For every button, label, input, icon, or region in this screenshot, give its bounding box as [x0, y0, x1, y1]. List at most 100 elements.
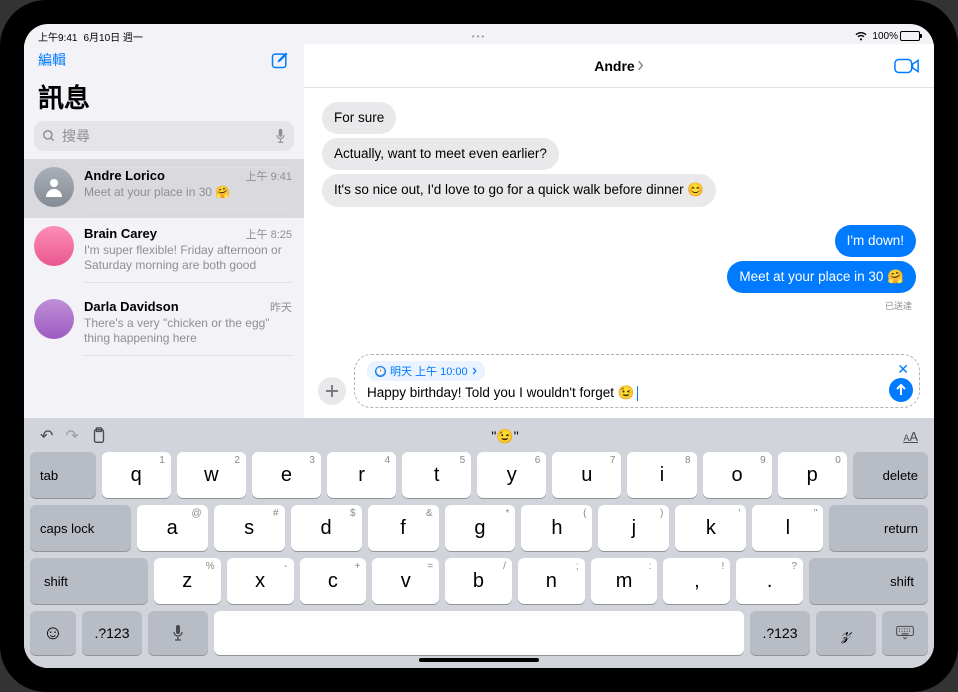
delivered-status: 已送達: [885, 299, 912, 312]
conversation-time: 昨天: [270, 299, 292, 315]
key-tab[interactable]: tab: [30, 452, 96, 498]
message-bubble-received[interactable]: Actually, want to meet even earlier?: [322, 138, 559, 170]
key-r[interactable]: r4: [327, 452, 396, 498]
battery-percent: 100%: [872, 31, 898, 42]
avatar: [34, 167, 74, 207]
attach-button[interactable]: [318, 377, 346, 405]
home-indicator[interactable]: [419, 658, 539, 662]
key-d[interactable]: d$: [291, 505, 362, 551]
key-y[interactable]: y6: [477, 452, 546, 498]
key-s[interactable]: s#: [214, 505, 285, 551]
chat-area: Andre For sure Actually, want to meet ev…: [304, 44, 934, 418]
cancel-schedule-button[interactable]: ✕: [897, 361, 909, 378]
undo-button[interactable]: ↶: [40, 426, 53, 446]
text-format-button[interactable]: AA: [903, 429, 918, 444]
compose-area: 🕐 明天 上午 10:00 ✕ Happy birthday! Told you…: [304, 348, 934, 419]
key-n[interactable]: n;: [518, 558, 585, 604]
wifi-icon: [854, 31, 868, 41]
search-input[interactable]: 搜尋: [34, 121, 294, 151]
key-numbers[interactable]: .?123: [82, 611, 142, 655]
key-space[interactable]: [214, 611, 744, 655]
edit-button[interactable]: 編輯: [38, 50, 66, 70]
key-a[interactable]: a@: [137, 505, 208, 551]
key-numbers[interactable]: .?123: [750, 611, 810, 655]
key-k[interactable]: k': [675, 505, 746, 551]
message-bubble-received[interactable]: It's so nice out, I'd love to go for a q…: [322, 174, 716, 206]
key-u[interactable]: u7: [552, 452, 621, 498]
clipboard-button[interactable]: [91, 427, 107, 445]
keyboard-prediction[interactable]: "😉": [119, 428, 892, 445]
conversation-name: Darla Davidson: [84, 299, 179, 314]
key-dismiss-keyboard[interactable]: [882, 611, 928, 655]
key-emoji[interactable]: ☺: [30, 611, 76, 655]
avatar: [34, 299, 74, 339]
key-return[interactable]: return: [829, 505, 928, 551]
message-list[interactable]: For sure Actually, want to meet even ear…: [304, 88, 934, 348]
chat-header: Andre: [304, 44, 934, 88]
key-t[interactable]: t5: [402, 452, 471, 498]
redo-button[interactable]: ↷: [65, 426, 78, 446]
key-q[interactable]: q1: [102, 452, 171, 498]
key-shift[interactable]: shift: [809, 558, 928, 604]
sidebar: 編輯 訊息 搜尋: [24, 44, 304, 418]
message-bubble-sent[interactable]: I'm down!: [835, 225, 916, 257]
compose-text-value: Happy birthday! Told you I wouldn't forg…: [367, 385, 635, 401]
avatar: [34, 226, 74, 266]
conversation-item[interactable]: Brain Carey 上午 8:25 I'm super flexible! …: [24, 218, 304, 291]
compose-button[interactable]: [270, 50, 290, 70]
key-h[interactable]: h(: [521, 505, 592, 551]
conversation-item[interactable]: Darla Davidson 昨天 There's a very "chicke…: [24, 291, 304, 364]
key-e[interactable]: e3: [252, 452, 321, 498]
multitask-dots[interactable]: •••: [472, 32, 486, 41]
conversation-time: 上午 8:25: [246, 226, 292, 242]
message-bubble-sent[interactable]: Meet at your place in 30 🤗: [727, 261, 916, 293]
key-dictate[interactable]: [148, 611, 208, 655]
schedule-pill[interactable]: 🕐 明天 上午 10:00: [367, 361, 485, 381]
key-i[interactable]: i8: [627, 452, 696, 498]
battery-icon: [900, 31, 920, 41]
key-shift[interactable]: shift: [30, 558, 148, 604]
key-handwriting[interactable]: 𝓏: [816, 611, 876, 655]
chat-contact-button[interactable]: Andre: [594, 58, 643, 74]
clock-icon: 🕐: [375, 366, 386, 377]
conversation-item[interactable]: Andre Lorico 上午 9:41 Meet at your place …: [24, 159, 304, 218]
key-f[interactable]: f&: [368, 505, 439, 551]
key-g[interactable]: g*: [445, 505, 516, 551]
conversation-name: Brain Carey: [84, 226, 157, 241]
key-j[interactable]: j): [598, 505, 669, 551]
screen: 上午9:41 6月10日 週一 ••• 100% 編輯: [24, 24, 934, 668]
chevron-right-icon: [637, 60, 644, 71]
key-p[interactable]: p0: [778, 452, 847, 498]
status-date: 6月10日 週一: [83, 29, 142, 44]
conversation-list: Andre Lorico 上午 9:41 Meet at your place …: [24, 159, 304, 418]
keyboard: ↶ ↷ "😉" AA tab q1w2e3r4t5y6u7i8o9p0delet…: [24, 418, 934, 668]
status-bar: 上午9:41 6月10日 週一 ••• 100%: [24, 24, 934, 44]
schedule-time-label: 明天 上午 10:00: [390, 363, 468, 379]
conversation-time: 上午 9:41: [246, 168, 292, 184]
key-b[interactable]: b/: [445, 558, 512, 604]
key-o[interactable]: o9: [703, 452, 772, 498]
status-time: 上午9:41: [38, 29, 77, 44]
conversation-preview: There's a very "chicken or the egg" thin…: [84, 316, 292, 347]
message-bubble-received[interactable]: For sure: [322, 102, 396, 134]
key-v[interactable]: v=: [372, 558, 439, 604]
key-z[interactable]: z%: [154, 558, 221, 604]
key-l[interactable]: l": [752, 505, 823, 551]
key-w[interactable]: w2: [177, 452, 246, 498]
compose-input[interactable]: 🕐 明天 上午 10:00 ✕ Happy birthday! Told you…: [354, 354, 920, 409]
dictate-icon[interactable]: [275, 128, 286, 144]
chat-contact-name: Andre: [594, 58, 634, 74]
facetime-button[interactable]: [894, 57, 920, 75]
key-capslock[interactable]: caps lock: [30, 505, 131, 551]
send-button[interactable]: [889, 378, 913, 402]
key-x[interactable]: x-: [227, 558, 294, 604]
conversation-preview: I'm super flexible! Friday afternoon or …: [84, 243, 292, 274]
key-delete[interactable]: delete: [853, 452, 928, 498]
key-,[interactable]: ,!: [663, 558, 730, 604]
conversation-preview: Meet at your place in 30 🤗: [84, 185, 292, 201]
ipad-frame: 上午9:41 6月10日 週一 ••• 100% 編輯: [0, 0, 958, 692]
key-.[interactable]: .?: [736, 558, 803, 604]
key-m[interactable]: m:: [591, 558, 658, 604]
chevron-right-icon: [472, 367, 477, 375]
key-c[interactable]: c+: [300, 558, 367, 604]
